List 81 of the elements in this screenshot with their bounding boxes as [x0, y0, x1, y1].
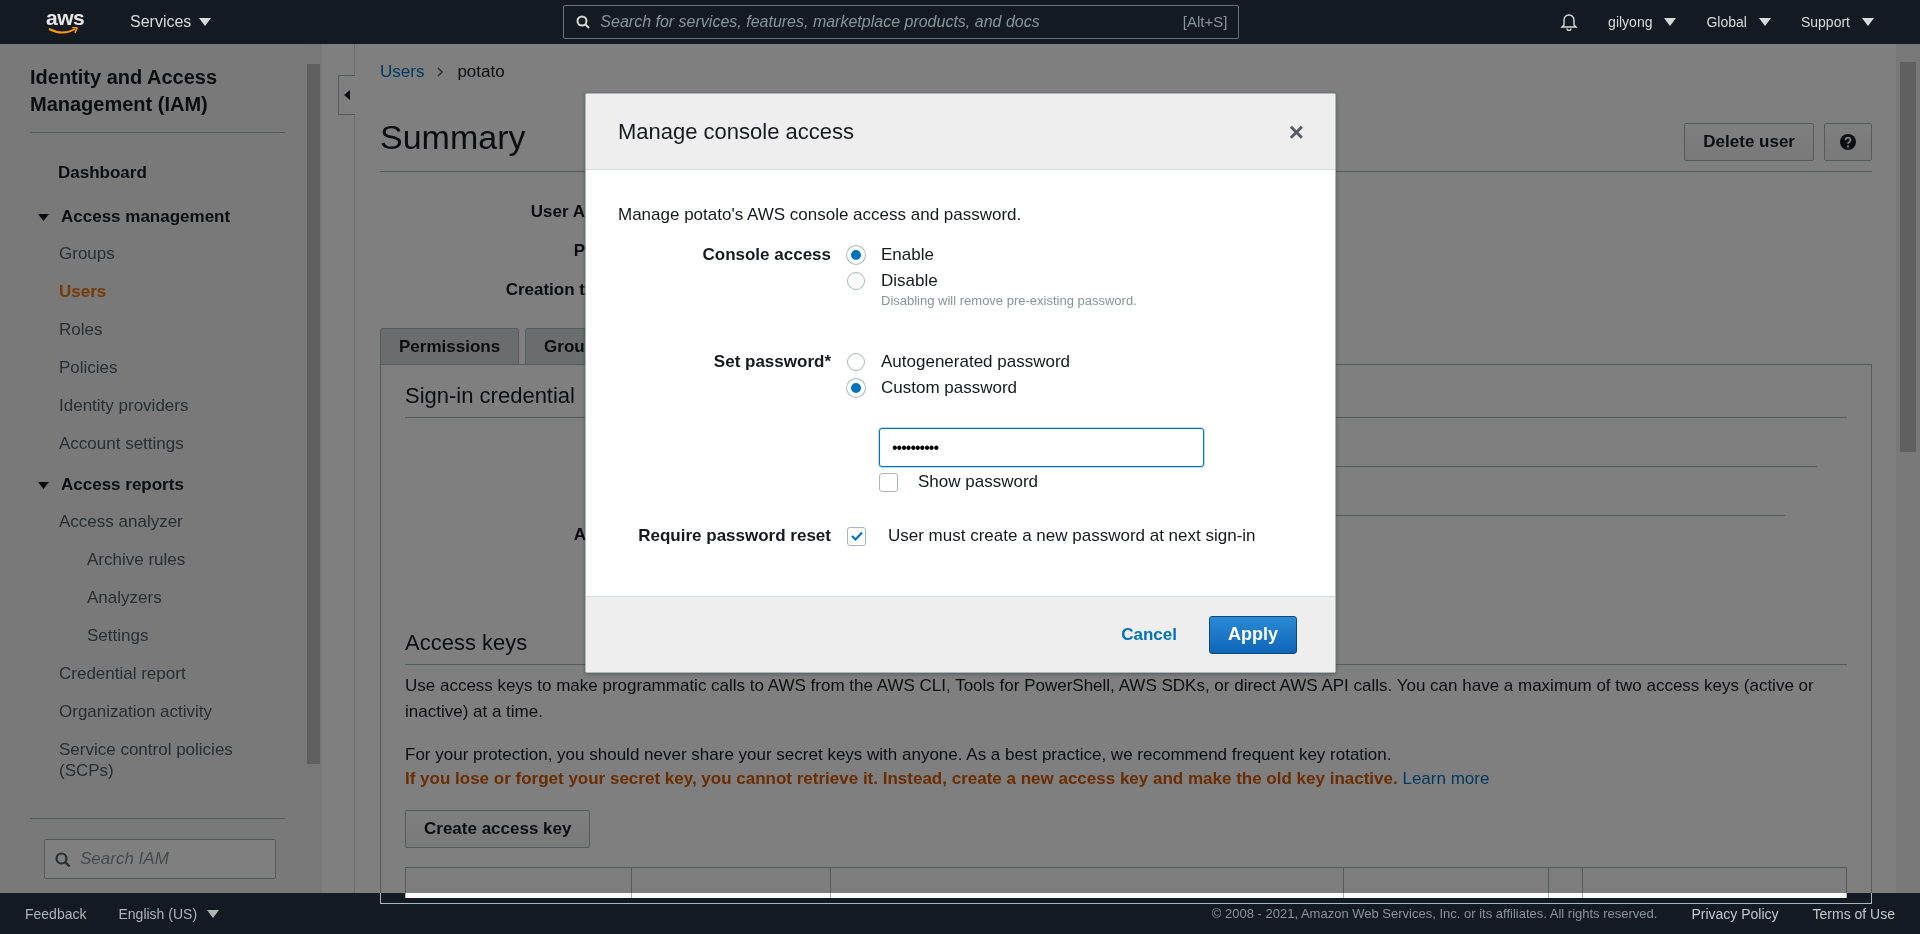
dialog-title: Manage console access — [618, 118, 855, 145]
smile-icon — [48, 27, 78, 35]
feedback-link[interactable]: Feedback — [25, 905, 87, 922]
caret-icon — [1862, 18, 1874, 26]
description-text: Use access keys to make programmatic calls to AWS from the AWS CLI, Tools for PowerShell, AWS SDKs, or direct AWS API calls. You can have a maximum of two access keys (active or inactive) at a time. — [405, 675, 1815, 723]
field-label: Set password* — [712, 351, 831, 373]
sidebar-item[interactable]: Credential report — [0, 655, 305, 693]
breadcrumb-current: potato — [457, 62, 505, 82]
account-menu[interactable]: gilyong — [1608, 14, 1677, 30]
search-field[interactable]: Search IAM — [44, 839, 276, 879]
sidebar-item[interactable]: Dashboard — [0, 161, 305, 183]
section-header[interactable]: Access management — [0, 207, 305, 227]
option-label: Enable — [881, 244, 934, 266]
hint-text: Disabling will remove pre-existing password. — [881, 293, 1137, 308]
sidebar-item[interactable]: Settings — [0, 617, 305, 655]
caret-down-icon — [38, 479, 49, 491]
help-icon — [1840, 134, 1856, 150]
checkbox[interactable] — [879, 472, 898, 492]
section-heading: Access keys — [405, 629, 528, 657]
checkbox[interactable] — [847, 526, 866, 546]
sidebar-item[interactable]: Access analyzer — [0, 503, 305, 541]
sidebar-item[interactable]: Groups — [0, 235, 305, 273]
region-menu[interactable]: Global — [1706, 14, 1771, 30]
option-label: Custom password — [881, 377, 1018, 399]
support-menu[interactable]: Support — [1800, 14, 1874, 30]
caret-icon — [199, 18, 212, 26]
sidebar-item[interactable]: Organization activity — [0, 693, 305, 731]
sidebar-item[interactable]: Analyzers — [0, 579, 305, 617]
sidebar-item[interactable]: Policies — [0, 349, 305, 387]
sidebar-item[interactable]: Service control policies (SCPs) — [0, 731, 305, 790]
caret-icon — [1758, 18, 1771, 26]
breadcrumb-link[interactable]: Users — [380, 62, 425, 82]
checkbox-label: User must create a new password at next sign-in — [888, 525, 1256, 547]
copyright-text: © 2008 - 2021, Amazon Web Services, Inc. or its affiliates. All rights reserved. — [1211, 906, 1658, 921]
tab[interactable]: Permissions — [380, 328, 520, 364]
option-label: Autogenerated password — [881, 351, 1071, 373]
sidebar-item[interactable]: Roles — [0, 311, 305, 349]
language-menu[interactable]: English (US) — [118, 905, 220, 922]
bell-icon — [1560, 13, 1579, 31]
field-label: A — [573, 525, 586, 546]
sidebar-title: Identity and Access Management (IAM) — [29, 65, 219, 117]
field-label: User A — [530, 202, 585, 223]
section-header[interactable]: Access reports — [0, 475, 305, 495]
cancel-button[interactable]: Cancel — [1121, 624, 1177, 645]
field-label: Require password reset — [637, 525, 831, 547]
apply-button[interactable]: Apply — [1209, 615, 1297, 654]
sidebar-item[interactable]: Identity providers — [0, 387, 305, 425]
help-button[interactable] — [1824, 123, 1872, 161]
collapse-handle[interactable] — [338, 75, 355, 115]
caret-down-icon — [38, 211, 49, 223]
services-menu[interactable]: Services — [130, 13, 212, 31]
checkmark-icon — [850, 531, 863, 541]
option-label: Disable — [881, 270, 939, 292]
scrollbar[interactable] — [1896, 44, 1920, 893]
dialog-description: Manage potato's AWS console access and password. — [618, 205, 1023, 225]
description-text: For your protection, you should never share your secret keys with anyone. As a best practice, we recommend frequent key rotation. — [405, 744, 1393, 766]
warning-text: If you lose or forget your secret key, you cannot retrieve it. Instead, create a new access key and make the old key inactive. Learn more — [405, 768, 1491, 790]
radio-button[interactable] — [847, 272, 865, 290]
learn-more-link[interactable]: Learn more — [1402, 769, 1490, 788]
checkbox-label: Show password — [918, 471, 1038, 493]
caret-icon — [1664, 18, 1677, 26]
caret-left-icon — [344, 90, 350, 100]
delete-user-button[interactable]: Delete user — [1684, 123, 1814, 161]
close-button[interactable]: × — [1288, 119, 1304, 144]
shortcut-hint: [Alt+S] — [1182, 13, 1228, 30]
chevron-icon — [437, 67, 445, 77]
footer-link[interactable]: Terms of Use — [1812, 905, 1895, 922]
sidebar-item[interactable]: Account settings — [0, 425, 305, 463]
section-heading: Sign-in credential — [405, 382, 575, 410]
footer-link[interactable]: Privacy Policy — [1691, 905, 1779, 922]
password-field[interactable]: •••••••••• — [879, 428, 1204, 467]
field-label: P — [573, 241, 585, 262]
create-access-key-button[interactable]: Create access key — [405, 810, 591, 848]
radio-button[interactable] — [847, 353, 865, 371]
aws-logo[interactable]: aws — [46, 9, 86, 35]
caret-icon — [207, 909, 220, 918]
page-title: Summary — [380, 117, 526, 158]
scrollbar[interactable] — [305, 44, 322, 893]
field-label: Console access — [701, 244, 831, 266]
field-label: Creation t — [505, 280, 585, 301]
sidebar-item[interactable]: Archive rules — [0, 541, 305, 579]
